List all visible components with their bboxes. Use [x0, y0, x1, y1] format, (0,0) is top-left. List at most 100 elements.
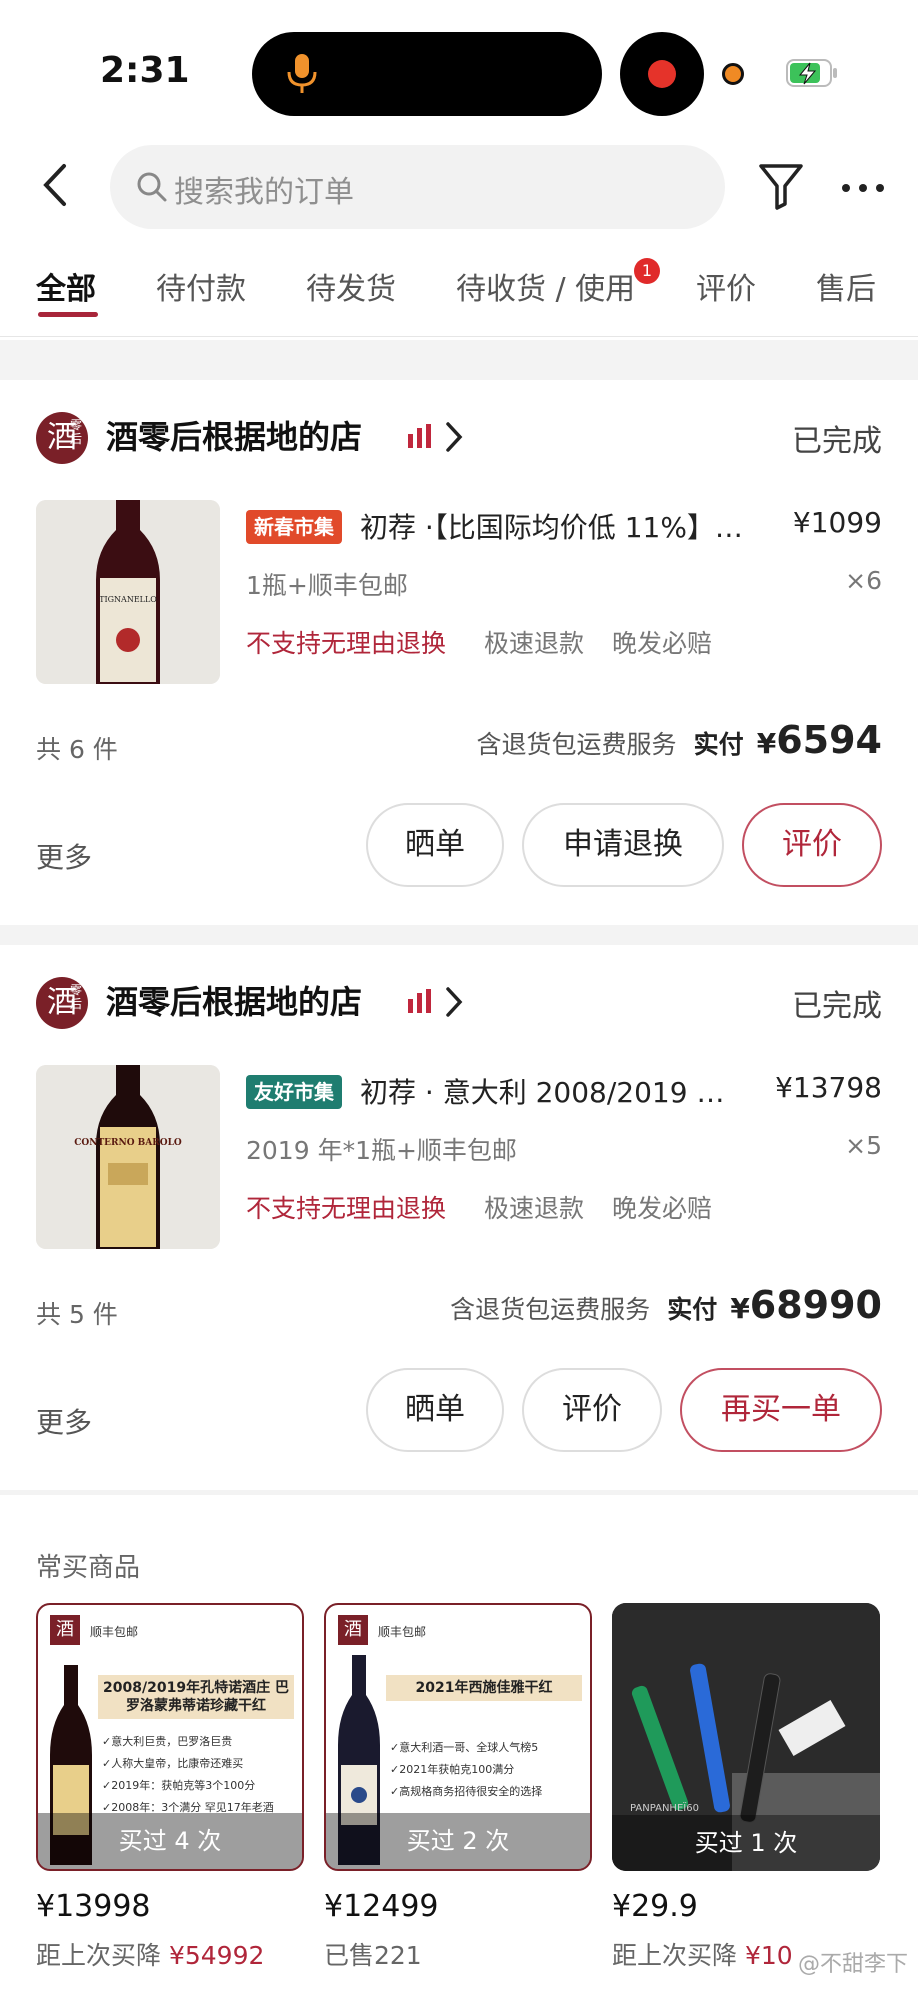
shop-name[interactable]: 酒零后根据地的店: [106, 977, 362, 1023]
product-image[interactable]: 酒 顺丰包邮 2021年西施佳雅干红 ✓意大利酒一哥、全球人气榜5 ✓2021年…: [324, 1603, 592, 1871]
review-button[interactable]: 评价: [742, 803, 882, 887]
paid-amount: 6594: [776, 718, 882, 762]
record-icon: [648, 60, 676, 88]
search-icon: [137, 172, 167, 202]
product-title[interactable]: 初荐 · 意大利 2008/2019 …: [360, 1071, 770, 1111]
search-bar[interactable]: 搜索我的订单: [110, 145, 725, 229]
nav-bar: 搜索我的订单: [0, 120, 918, 250]
price-drop-amount: ¥54992: [168, 1941, 265, 1970]
product-banner: 2021年西施佳雅干红: [386, 1675, 582, 1701]
section-title: 常买商品: [36, 1553, 141, 1583]
promo-tag: 友好市集: [246, 1075, 342, 1109]
frequently-bought-section: 常买商品 酒 顺丰包邮 2008/2019年孔特诺酒庄 巴罗洛蒙弗蒂诺珍藏干红 …: [0, 1495, 918, 1996]
wine-bottle-icon: TIGNANELLO: [36, 500, 220, 684]
order-card[interactable]: 酒零后 酒零后根据地的店 已完成 CONTERNO BAROLO 友好市集 初荐…: [0, 945, 918, 1490]
tab-pending-receipt[interactable]: 待收货 / 使用: [456, 264, 635, 308]
return-shipping-service: 含退货包运费服务: [450, 1295, 651, 1324]
order-card[interactable]: 酒零后 酒零后根据地的店 已完成 TIGNANELLO 新春市集 初荐 ·【比国…: [0, 380, 918, 925]
shop-logo: 酒零后: [36, 412, 88, 464]
product-image[interactable]: PANPANHEÏ60 买过 1 次: [612, 1603, 880, 1871]
dynamic-island: [252, 32, 602, 116]
item-count: 共 6 件: [36, 735, 118, 764]
tab-all[interactable]: 全部: [36, 264, 96, 308]
chevron-right-icon[interactable]: [444, 985, 464, 1019]
svg-text:PANPANHEÏ60: PANPANHEÏ60: [630, 1801, 699, 1814]
tab-after-sales[interactable]: 售后: [816, 264, 876, 308]
unit-price: ¥1099: [792, 506, 882, 539]
request-return-button[interactable]: 申请退换: [522, 803, 724, 887]
shop-rank-bars-icon: [408, 989, 431, 1013]
price-drop-label: 距上次买降: [36, 1941, 162, 1970]
more-actions[interactable]: 更多: [36, 836, 92, 876]
tab-pending-payment[interactable]: 待付款: [156, 264, 246, 308]
product-highlight: ✓2019年：获帕克等3个100分: [102, 1779, 256, 1792]
paid-label: 实付: [667, 1295, 718, 1324]
product-card[interactable]: 酒 顺丰包邮 2008/2019年孔特诺酒庄 巴罗洛蒙弗蒂诺珍藏干红 ✓意大利巨…: [36, 1603, 304, 1972]
product-card[interactable]: PANPANHEÏ60 买过 1 次 ¥29.9 距上次买降 ¥10: [612, 1603, 880, 1972]
product-highlight: ✓2021年获帕克100满分: [390, 1763, 515, 1776]
product-highlight: ✓意大利酒一哥、全球人气榜5: [390, 1741, 539, 1754]
shipping-note: 顺丰包邮: [90, 1625, 139, 1639]
product-banner: 2008/2019年孔特诺酒庄 巴罗洛蒙弗蒂诺珍藏干红: [98, 1675, 294, 1719]
filter-icon[interactable]: [757, 160, 805, 212]
svg-text:CONTERNO BAROLO: CONTERNO BAROLO: [74, 1138, 182, 1148]
product-image[interactable]: TIGNANELLO: [36, 500, 220, 684]
promo-tag: 新春市集: [246, 510, 342, 544]
product-image[interactable]: CONTERNO BAROLO: [36, 1065, 220, 1249]
screen-recording-indicator[interactable]: [620, 32, 704, 116]
svg-text:TIGNANELLO: TIGNANELLO: [99, 595, 157, 604]
paid-label: 实付: [693, 730, 744, 759]
shop-logo: 酒零后: [36, 977, 88, 1029]
item-count: 共 5 件: [36, 1300, 118, 1329]
share-order-button[interactable]: 晒单: [366, 803, 504, 887]
product-highlight: ✓高规格商务招待很安全的选择: [390, 1785, 543, 1798]
tab-pending-shipment[interactable]: 待发货: [306, 264, 396, 308]
shipping-note: 顺丰包邮: [378, 1625, 427, 1639]
search-placeholder: 搜索我的订单: [174, 175, 354, 210]
watermark: @不甜李下: [797, 1952, 908, 1977]
shop-logo: 酒: [338, 1615, 368, 1645]
order-tabs: 全部 待付款 待发货 待收货 / 使用 1 评价 售后: [0, 250, 918, 340]
fast-refund-label: 极速退款: [484, 629, 585, 658]
product-price: ¥12499: [324, 1889, 439, 1924]
product-price: ¥29.9: [612, 1889, 698, 1924]
product-spec: 2019 年*1瓶+顺丰包邮: [246, 1136, 517, 1165]
late-shipment-compensation-label: 晚发必赔: [612, 629, 713, 658]
paid-currency: ¥: [756, 727, 777, 760]
tabs-divider: [0, 336, 918, 337]
product-price: ¥13998: [36, 1889, 151, 1924]
sold-count-label: 已售221: [324, 1941, 422, 1970]
review-button[interactable]: 评价: [522, 1368, 662, 1452]
chevron-right-icon[interactable]: [444, 420, 464, 454]
quantity: ×5: [845, 1131, 882, 1160]
return-shipping-service: 含退货包运费服务: [476, 730, 677, 759]
tab-reviews[interactable]: 评价: [696, 264, 756, 308]
product-image[interactable]: 酒 顺丰包邮 2008/2019年孔特诺酒庄 巴罗洛蒙弗蒂诺珍藏干红 ✓意大利巨…: [36, 1603, 304, 1871]
shop-rank-bars-icon: [408, 424, 431, 448]
buy-again-button[interactable]: 再买一单: [680, 1368, 882, 1452]
no-return-policy: 不支持无理由退换: [246, 629, 447, 658]
product-highlight: ✓意大利巨贵，巴罗洛巨贵: [102, 1735, 233, 1748]
shop-logo: 酒: [50, 1615, 80, 1645]
fast-refund-label: 极速退款: [484, 1194, 585, 1223]
shop-name[interactable]: 酒零后根据地的店: [106, 412, 362, 458]
sold-count: 已售221: [324, 1936, 592, 1972]
quantity: ×6: [845, 566, 882, 595]
product-title[interactable]: 初荐 ·【比国际均价低 11%】…: [360, 506, 770, 546]
tab-badge: 1: [634, 258, 660, 284]
paid-currency: ¥: [730, 1292, 750, 1325]
wine-bottle-icon: CONTERNO BAROLO: [36, 1065, 220, 1249]
unit-price: ¥13798: [775, 1071, 882, 1104]
order-status: 已完成: [792, 424, 882, 459]
back-arrow-icon[interactable]: [36, 160, 76, 210]
paid-amount: 68990: [749, 1283, 882, 1327]
late-shipment-compensation-label: 晚发必赔: [612, 1194, 713, 1223]
price-drop-note: 距上次买降 ¥54992: [36, 1936, 304, 1972]
share-order-button[interactable]: 晒单: [366, 1368, 504, 1452]
purchase-count: 买过 2 次: [326, 1813, 590, 1869]
more-actions[interactable]: 更多: [36, 1401, 92, 1441]
product-card[interactable]: 酒 顺丰包邮 2021年西施佳雅干红 ✓意大利酒一哥、全球人气榜5 ✓2021年…: [324, 1603, 592, 1972]
microphone-icon: [287, 54, 317, 93]
more-options-icon[interactable]: [838, 168, 888, 208]
order-status: 已完成: [792, 989, 882, 1024]
